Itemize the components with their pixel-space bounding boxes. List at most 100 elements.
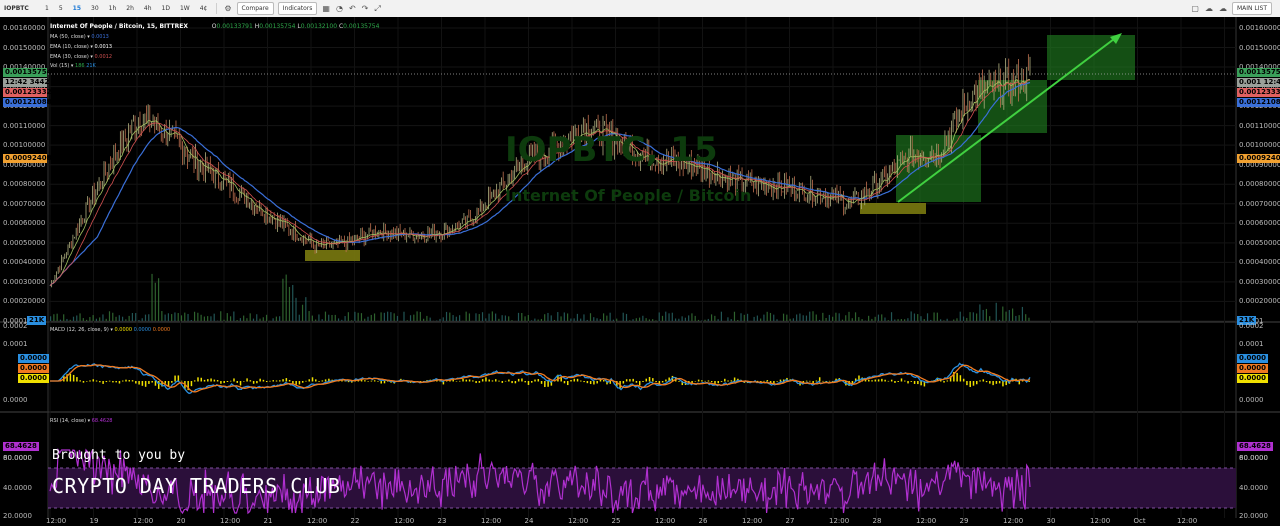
price-tick-left: 0.00020000 <box>3 297 46 306</box>
macd-hist-bar <box>108 380 111 382</box>
volume-bar <box>295 297 297 321</box>
macd-hist-bar <box>112 381 114 383</box>
volume-bar <box>956 318 958 321</box>
macd-hist-bar <box>678 381 680 382</box>
macd-hist-bar <box>962 378 965 382</box>
symbol-input[interactable]: IOPBTC <box>0 5 40 12</box>
volume-bar <box>99 317 101 321</box>
price-tick-left: 0.00060000 <box>3 219 46 228</box>
volume-bar <box>625 313 628 321</box>
interval-8[interactable]: 1W <box>177 2 193 15</box>
macd-hist-bar <box>279 380 281 382</box>
ema10-legend[interactable]: EMA (10, close) ▾ 0.0013 <box>50 44 112 50</box>
volume-bar <box>508 316 510 321</box>
volume-bar <box>576 313 579 321</box>
volume-bar <box>691 313 693 321</box>
volume-bar <box>229 316 232 321</box>
volume-bar <box>203 316 205 321</box>
volume-bar <box>416 311 418 321</box>
macd-hist-bar <box>79 380 81 382</box>
macd-hist-bar <box>265 381 268 383</box>
cloud-icon[interactable]: ☁ <box>1205 4 1213 13</box>
volume-bar <box>733 311 736 321</box>
volume-bar <box>743 314 745 321</box>
volume-bar <box>858 317 860 321</box>
volume-bar <box>334 314 336 321</box>
volume-bar <box>835 312 837 321</box>
interval-3[interactable]: 30 <box>88 2 102 15</box>
fullscreen-icon[interactable]: ⤢ <box>374 4 380 14</box>
time-tick: 23 <box>437 517 447 525</box>
templates-icon[interactable]: ▦ <box>322 4 330 13</box>
settings-icon[interactable]: ⚙ <box>224 4 231 13</box>
interval-2[interactable]: 15 <box>70 2 84 15</box>
volume-bar <box>331 314 333 321</box>
undo-icon[interactable]: ↶ <box>349 4 356 13</box>
time-tick: Oct <box>1133 517 1146 525</box>
volume-bar <box>200 314 202 321</box>
macd-hist-bar <box>135 381 137 384</box>
volume-bar <box>854 312 857 321</box>
macd-legend[interactable]: MACD (12, 26, close, 9) ▾ 0.0000 0.0000 … <box>50 327 170 333</box>
volume-bar <box>923 319 925 321</box>
volume-bar <box>184 312 186 321</box>
compare-button[interactable]: Compare <box>236 2 274 15</box>
interval-5[interactable]: 2h <box>123 2 137 15</box>
interval-7[interactable]: 1D <box>159 2 173 15</box>
macd-hist-bar <box>311 377 314 382</box>
price-badge-right: 0.00123332 <box>1237 88 1280 97</box>
price-badge-left: 0.00135754 <box>3 68 52 77</box>
macd-hist-bar <box>220 381 222 384</box>
alert-icon[interactable]: ◔ <box>336 4 343 13</box>
volume-bar <box>661 315 664 321</box>
volume-bar <box>180 315 183 321</box>
macd-hist-bar <box>459 380 461 382</box>
macd-hist-bar <box>573 378 576 382</box>
interval-1[interactable]: 5 <box>56 2 66 15</box>
volume-bar <box>645 318 647 321</box>
redo-icon[interactable]: ↷ <box>362 4 369 13</box>
volume-bar <box>187 313 189 321</box>
color-swatch-icon[interactable]: ▢ <box>1191 4 1199 13</box>
volume-bar <box>881 314 883 321</box>
volume-bar <box>92 315 94 321</box>
volume-bar <box>321 319 323 321</box>
volume-bar <box>593 317 595 321</box>
indicators-button[interactable]: Indicators <box>277 2 318 15</box>
volume-bar <box>851 318 853 321</box>
chart-canvas[interactable] <box>0 17 1280 526</box>
macd-tick-right: 0.0002 <box>1239 322 1264 330</box>
volume-bar <box>481 312 484 321</box>
volume-bar <box>360 313 363 321</box>
volume-bar <box>409 315 412 321</box>
volume-bar <box>642 315 644 321</box>
volume-bar <box>406 320 408 321</box>
macd-hist-bar <box>904 380 906 382</box>
volume-bar <box>301 304 304 321</box>
macd-hist-bar <box>229 380 232 382</box>
interval-0[interactable]: 1 <box>42 2 52 15</box>
macd-hist-bar <box>724 378 726 382</box>
volume-bar <box>907 318 909 321</box>
volume-bar <box>815 314 817 321</box>
volume-bar <box>82 318 84 321</box>
macd-hist-bar <box>638 381 641 386</box>
price-badge-left: 12:42 3442 <box>3 78 50 87</box>
volume-legend[interactable]: Vol (15) ▾ 186 21K <box>50 63 96 69</box>
rsi-legend[interactable]: RSI (14, close) ▾ 68.4628 <box>50 418 112 424</box>
ma-legend[interactable]: MA (50, close) ▾ 0.0013 <box>50 34 109 40</box>
interval-4[interactable]: 1h <box>106 2 120 15</box>
interval-9[interactable]: 4¢ <box>197 2 211 15</box>
cloud-save-icon[interactable]: ☁ <box>1219 4 1227 13</box>
macd-hist-bar <box>815 380 818 382</box>
volume-bar <box>789 318 791 321</box>
macd-hist-bar <box>151 381 153 383</box>
volume-bar <box>638 317 641 321</box>
ema30-legend[interactable]: EMA (30, close) ▾ 0.0012 <box>50 54 112 60</box>
volume-bar <box>488 313 490 321</box>
interval-6[interactable]: 4h <box>141 2 155 15</box>
macd-hist-bar <box>380 381 382 384</box>
main-list-button[interactable]: MAIN LIST <box>1231 2 1272 15</box>
volume-bar <box>727 317 729 321</box>
macd-hist-bar <box>625 379 628 382</box>
